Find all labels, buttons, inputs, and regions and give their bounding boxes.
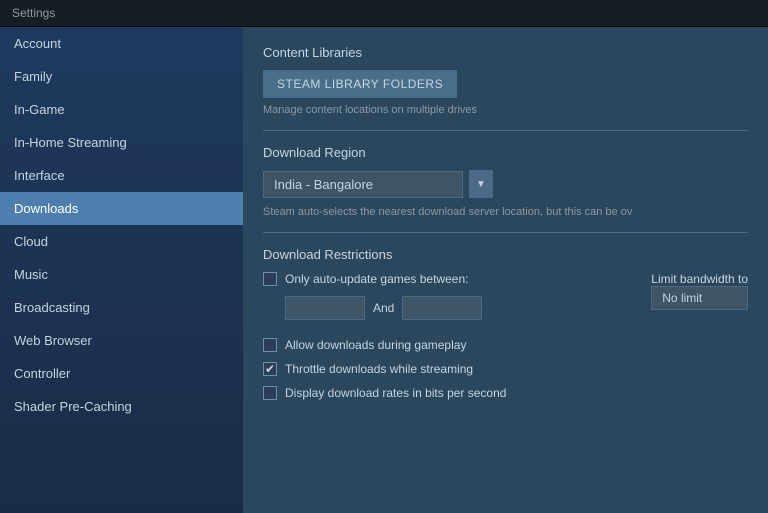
sidebar: AccountFamilyIn-GameIn-Home StreamingInt…	[0, 27, 243, 513]
content-libraries-section: Content Libraries STEAM LIBRARY FOLDERS …	[263, 45, 748, 116]
download-region-description: Steam auto-selects the nearest download …	[263, 206, 748, 218]
limit-bandwidth-value[interactable]: No limit	[651, 286, 748, 310]
checkmark-icon: ✔	[265, 363, 275, 375]
allow-downloads-label: Allow downloads during gameplay	[285, 338, 466, 352]
download-region-section: Download Region India - Bangalore ▼ Stea…	[263, 145, 748, 218]
left-col: Only auto-update games between: And	[263, 272, 631, 330]
sidebar-item-cloud[interactable]: Cloud	[0, 225, 243, 258]
sidebar-item-interface[interactable]: Interface	[0, 159, 243, 192]
main-layout: AccountFamilyIn-GameIn-Home StreamingInt…	[0, 27, 768, 513]
sidebar-item-downloads[interactable]: Downloads	[0, 192, 243, 225]
download-region-selected: India - Bangalore	[274, 177, 373, 192]
divider-1	[263, 130, 748, 131]
throttle-downloads-row: ✔ Throttle downloads while streaming	[263, 362, 748, 376]
sidebar-item-broadcasting[interactable]: Broadcasting	[0, 291, 243, 324]
download-restrictions-title: Download Restrictions	[263, 247, 748, 262]
download-region-row: India - Bangalore ▼	[263, 170, 748, 198]
auto-update-row: Only auto-update games between:	[263, 272, 631, 286]
and-label: And	[373, 301, 394, 315]
auto-update-label: Only auto-update games between:	[285, 272, 468, 286]
download-region-dropdown[interactable]: India - Bangalore	[263, 171, 463, 198]
allow-downloads-row: Allow downloads during gameplay	[263, 338, 748, 352]
content-libraries-title: Content Libraries	[263, 45, 748, 60]
limit-bandwidth-label: Limit bandwidth to	[651, 272, 748, 286]
dropdown-arrow-icon[interactable]: ▼	[469, 170, 493, 198]
auto-update-checkbox[interactable]	[263, 272, 277, 286]
throttle-downloads-checkbox[interactable]: ✔	[263, 362, 277, 376]
time-start-input[interactable]	[285, 296, 365, 320]
allow-downloads-checkbox[interactable]	[263, 338, 277, 352]
right-col: Limit bandwidth to No limit	[651, 272, 748, 310]
sidebar-item-controller[interactable]: Controller	[0, 357, 243, 390]
content-area: Content Libraries STEAM LIBRARY FOLDERS …	[243, 27, 768, 513]
sidebar-item-in-home-streaming[interactable]: In-Home Streaming	[0, 126, 243, 159]
restrictions-flex-row: Only auto-update games between: And Limi…	[263, 272, 748, 330]
content-libraries-description: Manage content locations on multiple dri…	[263, 104, 748, 116]
sidebar-item-family[interactable]: Family	[0, 60, 243, 93]
throttle-downloads-label: Throttle downloads while streaming	[285, 362, 473, 376]
time-input-group: And	[285, 296, 631, 320]
display-rates-label: Display download rates in bits per secon…	[285, 386, 506, 400]
download-restrictions-section: Download Restrictions Only auto-update g…	[263, 247, 748, 400]
divider-2	[263, 232, 748, 233]
title-bar-label: Settings	[12, 6, 55, 20]
display-rates-row: Display download rates in bits per secon…	[263, 386, 748, 400]
sidebar-item-music[interactable]: Music	[0, 258, 243, 291]
title-bar: Settings	[0, 0, 768, 27]
sidebar-item-web-browser[interactable]: Web Browser	[0, 324, 243, 357]
display-rates-checkbox[interactable]	[263, 386, 277, 400]
sidebar-item-in-game[interactable]: In-Game	[0, 93, 243, 126]
download-region-title: Download Region	[263, 145, 748, 160]
sidebar-item-shader-pre-caching[interactable]: Shader Pre-Caching	[0, 390, 243, 423]
sidebar-item-account[interactable]: Account	[0, 27, 243, 60]
steam-library-folders-button[interactable]: STEAM LIBRARY FOLDERS	[263, 70, 457, 98]
time-end-input[interactable]	[402, 296, 482, 320]
